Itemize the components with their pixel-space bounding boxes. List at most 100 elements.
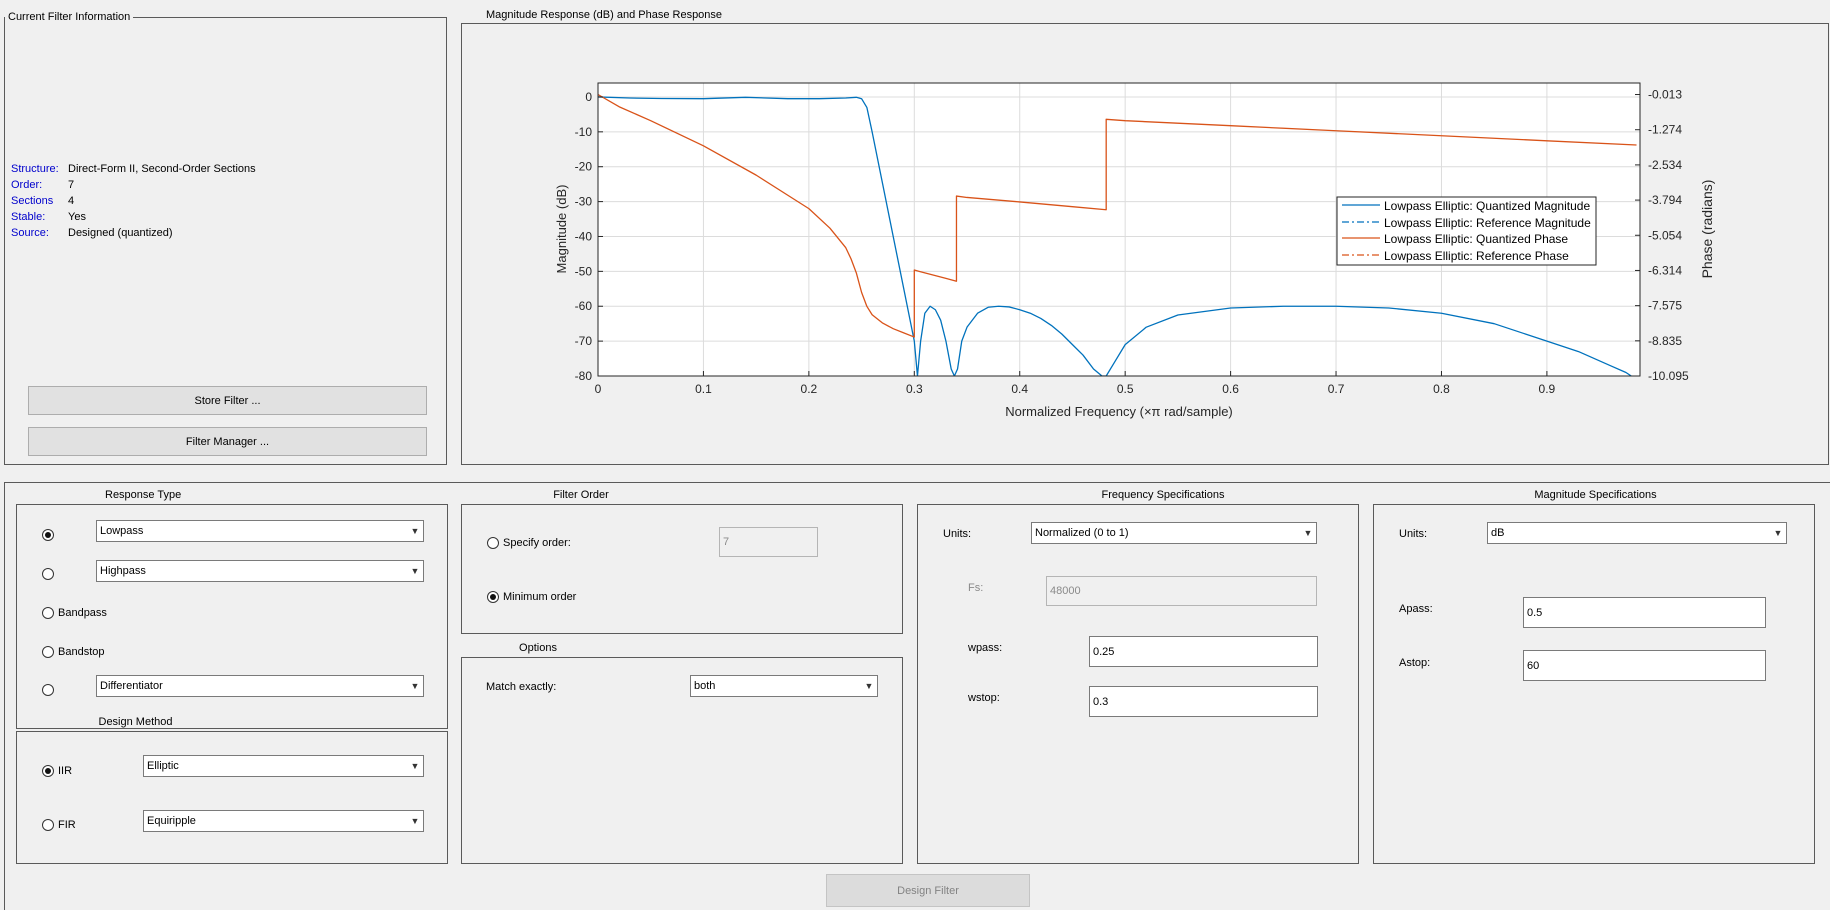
x-tick-label: 0.4 bbox=[1011, 382, 1028, 396]
radio-lowpass[interactable] bbox=[42, 529, 54, 541]
y-tick-label: -20 bbox=[575, 160, 593, 174]
y2-tick-label: -10.095 bbox=[1648, 369, 1689, 383]
freq-units-value: Normalized (0 to 1) bbox=[1035, 527, 1129, 539]
design-method-title: Design Method bbox=[40, 716, 231, 728]
chevron-down-icon: ▼ bbox=[1773, 528, 1783, 538]
apass-label: Apass: bbox=[1399, 603, 1433, 615]
y2-tick-label: -2.534 bbox=[1648, 158, 1682, 172]
chevron-down-icon: ▼ bbox=[864, 681, 874, 691]
radio-specify-order[interactable] bbox=[487, 537, 499, 549]
legend-entry-quantized-phase: Lowpass Elliptic: Quantized Phase bbox=[1384, 232, 1568, 246]
y-tick-label: 0 bbox=[585, 90, 592, 104]
differentiator-select[interactable]: Differentiator ▼ bbox=[96, 675, 424, 697]
highpass-select-value: Highpass bbox=[100, 565, 146, 577]
y2-tick-label: -0.013 bbox=[1648, 88, 1682, 102]
x-tick-label: 0.1 bbox=[695, 382, 712, 396]
x-axis-label: Normalized Frequency (×π rad/sample) bbox=[1005, 404, 1233, 419]
x-tick-label: 0 bbox=[595, 382, 602, 396]
x-tick-label: 0.3 bbox=[906, 382, 923, 396]
legend-entry-quantized-magnitude: Lowpass Elliptic: Quantized Magnitude bbox=[1384, 199, 1590, 213]
lowpass-select-value: Lowpass bbox=[100, 525, 144, 537]
y-tick-label: -10 bbox=[575, 125, 593, 139]
y2-axis-label: Phase (radians) bbox=[1699, 180, 1715, 279]
y2-tick-label: -3.794 bbox=[1648, 193, 1682, 207]
design-method-group bbox=[16, 731, 448, 864]
wstop-input[interactable]: 0.3 bbox=[1089, 686, 1318, 717]
response-type-title: Response Type bbox=[102, 489, 245, 501]
freq-units-label: Units: bbox=[943, 528, 972, 540]
chevron-down-icon: ▼ bbox=[410, 526, 420, 536]
highpass-select[interactable]: Highpass ▼ bbox=[96, 560, 424, 582]
chevron-down-icon: ▼ bbox=[1303, 528, 1313, 538]
minimum-order-label: Minimum order bbox=[503, 591, 577, 603]
fir-label: FIR bbox=[58, 819, 76, 831]
x-tick-label: 0.2 bbox=[801, 382, 818, 396]
fs-label: Fs: bbox=[968, 582, 984, 594]
mag-units-select[interactable]: dB ▼ bbox=[1487, 522, 1787, 544]
legend-entry-reference-phase: Lowpass Elliptic: Reference Phase bbox=[1384, 249, 1569, 263]
iir-method-value: Elliptic bbox=[147, 760, 179, 772]
radio-fir[interactable] bbox=[42, 819, 54, 831]
x-tick-label: 0.8 bbox=[1433, 382, 1450, 396]
frequency-specs-group bbox=[917, 504, 1359, 864]
y2-tick-label: -7.575 bbox=[1648, 299, 1682, 313]
magnitude-phase-chart: 0 0.1 0.2 0.3 0.4 0.5 0.6 0.7 0.8 0.9 0 -10 -20 -30 -4… bbox=[554, 82, 1715, 419]
chevron-down-icon: ▼ bbox=[410, 816, 420, 826]
y2-tick-label: -6.314 bbox=[1648, 263, 1682, 277]
chevron-down-icon: ▼ bbox=[410, 681, 420, 691]
order-input[interactable]: 7 bbox=[719, 527, 818, 557]
radio-highpass[interactable] bbox=[42, 568, 54, 580]
fs-input[interactable]: 48000 bbox=[1046, 576, 1317, 606]
y-tick-label: -80 bbox=[575, 369, 593, 383]
x-tick-label: 0.7 bbox=[1328, 382, 1345, 396]
fir-method-value: Equiripple bbox=[147, 815, 196, 827]
y-axis-label: Magnitude (dB) bbox=[554, 185, 569, 274]
design-filter-button[interactable]: Design Filter bbox=[826, 874, 1030, 907]
specify-order-label: Specify order: bbox=[503, 537, 571, 549]
apass-input[interactable]: 0.5 bbox=[1523, 597, 1766, 628]
y2-tick-label: -5.054 bbox=[1648, 228, 1682, 242]
y-tick-label: -50 bbox=[575, 264, 593, 278]
wpass-label: wpass: bbox=[968, 642, 1003, 654]
match-exactly-label: Match exactly: bbox=[486, 681, 557, 693]
bandstop-label: Bandstop bbox=[58, 646, 105, 658]
fir-method-select[interactable]: Equiripple ▼ bbox=[143, 810, 424, 832]
radio-minimum-order[interactable] bbox=[487, 591, 499, 603]
match-exactly-select[interactable]: both ▼ bbox=[690, 675, 878, 697]
iir-label: IIR bbox=[58, 765, 73, 777]
lowpass-select[interactable]: Lowpass ▼ bbox=[96, 520, 424, 542]
astop-input[interactable]: 60 bbox=[1523, 650, 1766, 681]
x-tick-label: 0.6 bbox=[1222, 382, 1239, 396]
chevron-down-icon: ▼ bbox=[410, 566, 420, 576]
differentiator-select-value: Differentiator bbox=[100, 680, 163, 692]
bandpass-label: Bandpass bbox=[58, 607, 107, 619]
x-tick-label: 0.5 bbox=[1117, 382, 1134, 396]
radio-iir[interactable] bbox=[42, 765, 54, 777]
radio-differentiator[interactable] bbox=[42, 684, 54, 696]
magnitude-specs-group bbox=[1373, 504, 1815, 864]
radio-bandstop[interactable] bbox=[42, 646, 54, 658]
mag-units-value: dB bbox=[1491, 527, 1505, 539]
y2-tick-label: -1.274 bbox=[1648, 123, 1682, 137]
y2-tick-label: -8.835 bbox=[1648, 334, 1682, 348]
y-tick-label: -60 bbox=[575, 299, 593, 313]
y-tick-label: -70 bbox=[575, 334, 593, 348]
chevron-down-icon: ▼ bbox=[410, 761, 420, 771]
radio-bandpass[interactable] bbox=[42, 607, 54, 619]
magnitude-specs-title: Magnitude Specifications bbox=[1480, 489, 1711, 501]
freq-units-select[interactable]: Normalized (0 to 1) ▼ bbox=[1031, 522, 1317, 544]
chart-legend: Lowpass Elliptic: Quantized Magnitude Lo… bbox=[1336, 196, 1597, 266]
wstop-label: wstop: bbox=[968, 692, 1000, 704]
astop-label: Astop: bbox=[1399, 657, 1431, 669]
legend-entry-reference-magnitude: Lowpass Elliptic: Reference Magnitude bbox=[1384, 216, 1591, 230]
filter-order-title: Filter Order bbox=[526, 489, 636, 501]
match-exactly-value: both bbox=[694, 680, 716, 692]
wpass-input[interactable]: 0.25 bbox=[1089, 636, 1318, 667]
x-tick-label: 0.9 bbox=[1539, 382, 1556, 396]
iir-method-select[interactable]: Elliptic ▼ bbox=[143, 755, 424, 777]
options-title: Options bbox=[500, 642, 576, 654]
frequency-specs-title: Frequency Specifications bbox=[1030, 489, 1296, 501]
mag-units-label: Units: bbox=[1399, 528, 1428, 540]
filter-order-group bbox=[461, 504, 903, 634]
y-tick-label: -40 bbox=[575, 229, 593, 243]
